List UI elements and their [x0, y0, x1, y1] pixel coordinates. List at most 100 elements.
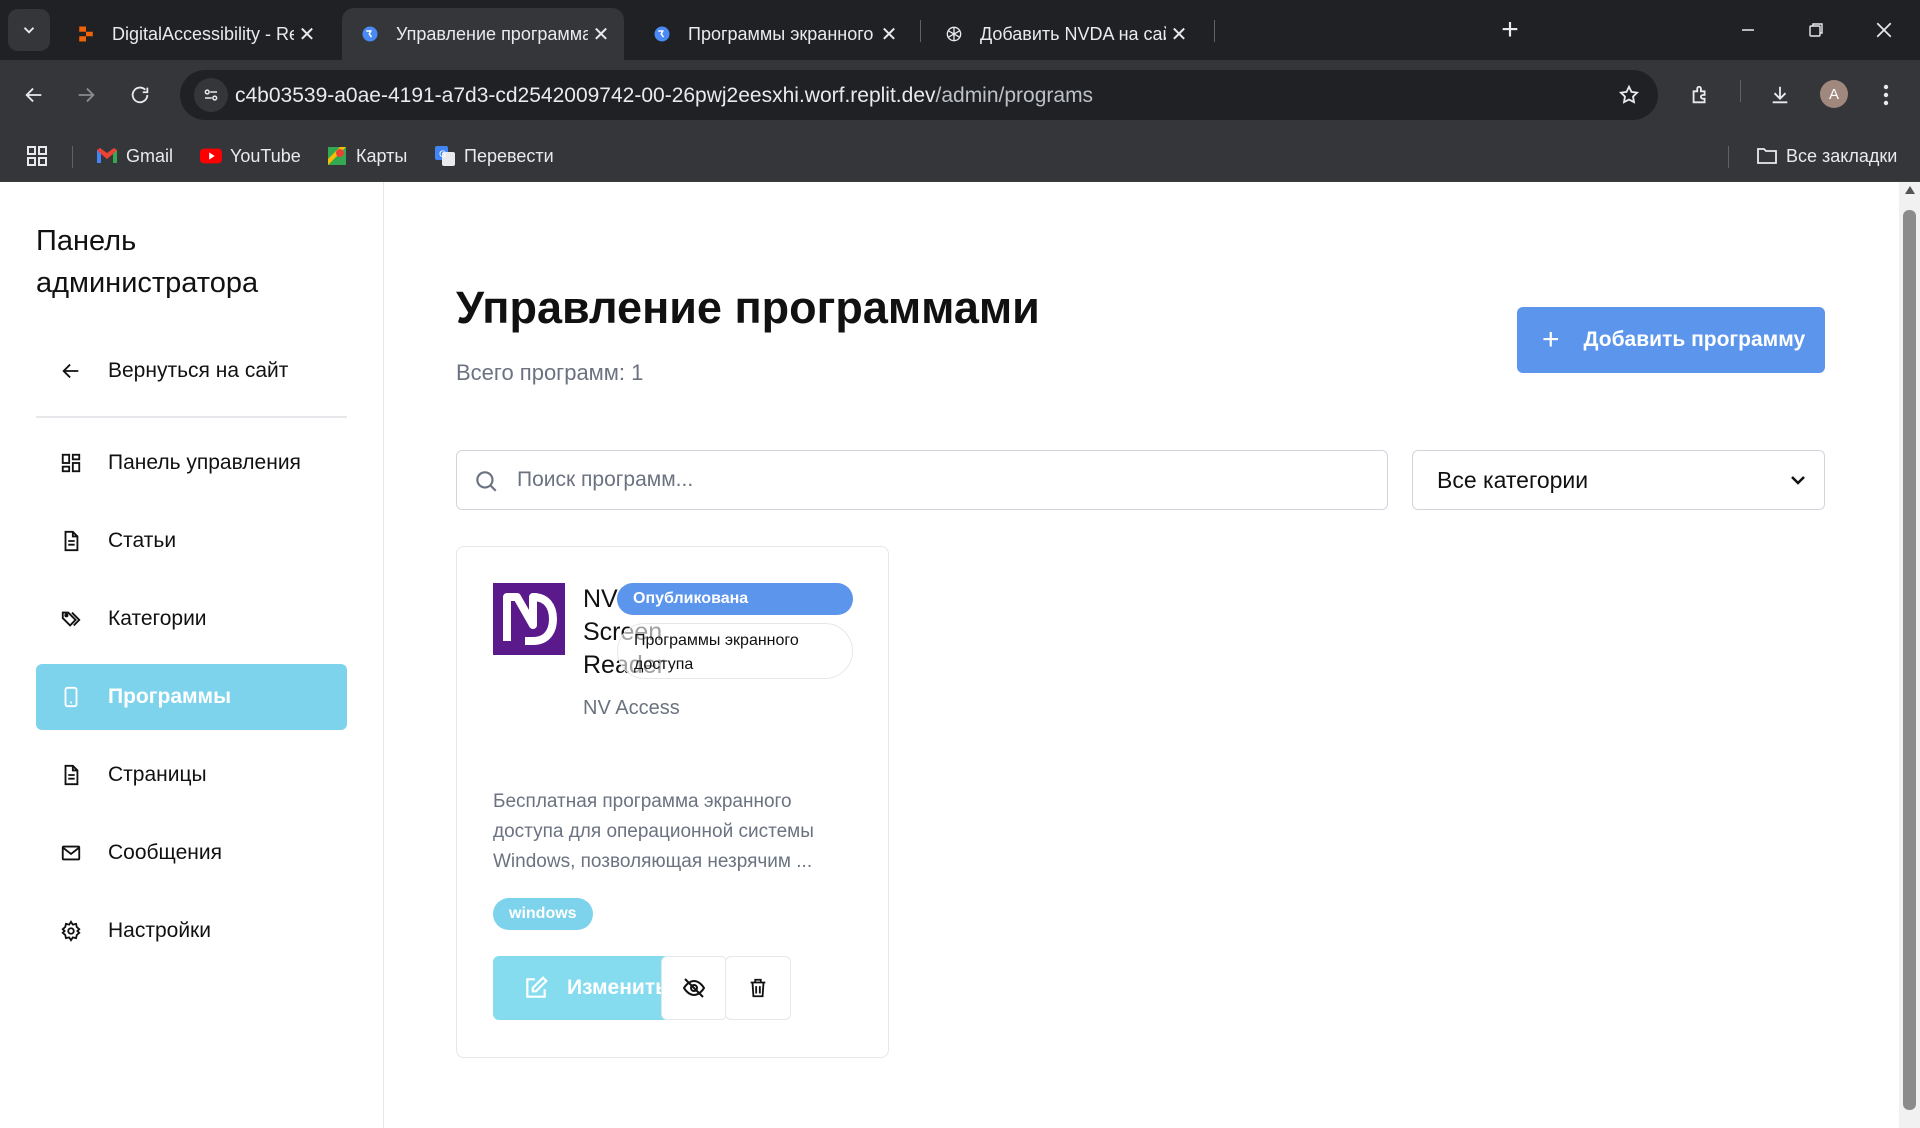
back-to-site-link[interactable]: Вернуться на сайт	[36, 338, 347, 404]
bookmark-separator	[1728, 146, 1729, 168]
more-menu-icon[interactable]	[1866, 75, 1906, 115]
program-vendor: NV Access	[583, 697, 680, 719]
maps-icon	[326, 145, 348, 167]
replit-icon	[76, 24, 96, 44]
sidebar-item-dashboard[interactable]: Панель управления	[36, 430, 347, 496]
browser-toolbar: c4b03539-a0ae-4191-a7d3-cd2542009742-00-…	[0, 60, 1920, 130]
back-arrow-icon[interactable]	[14, 75, 54, 115]
scroll-thumb[interactable]	[1903, 210, 1916, 1110]
hide-button[interactable]	[661, 956, 727, 1020]
globe-icon	[652, 24, 672, 44]
url-path: /admin/programs	[935, 84, 1094, 107]
bookmark-gmail[interactable]: Gmail	[96, 142, 173, 170]
sidebar-item-programs[interactable]: Программы	[36, 664, 347, 730]
tab-title: Программы экранного доступ	[688, 23, 876, 44]
svg-text:G: G	[439, 150, 446, 160]
translate-icon: G	[434, 145, 456, 167]
delete-button[interactable]	[725, 956, 791, 1020]
admin-sidebar: Панель администратора Вернуться на сайт …	[0, 182, 384, 1128]
program-card: NV Screen Reader NV Access Опубликована …	[456, 546, 889, 1058]
back-to-site-label: Вернуться на сайт	[108, 359, 289, 382]
sidebar-item-settings[interactable]: Настройки	[36, 898, 347, 964]
add-program-label: Добавить программу	[1583, 328, 1806, 351]
mail-icon	[58, 840, 84, 866]
bookmark-maps[interactable]: Карты	[326, 142, 407, 170]
tab-bar: DigitalAccessibility - Replit ✕ Управлен…	[0, 0, 1920, 60]
sidebar-item-label: Программы	[108, 685, 232, 708]
youtube-icon	[200, 145, 222, 167]
bookmark-label: Gmail	[126, 145, 174, 166]
bookmark-label: Карты	[356, 145, 408, 166]
arrow-left-icon	[58, 358, 84, 384]
sidebar-item-label: Категории	[108, 607, 207, 630]
download-icon[interactable]	[1760, 75, 1800, 115]
all-bookmarks-label: Все закладки	[1786, 145, 1898, 166]
trash-icon	[750, 978, 766, 998]
search-icon	[476, 471, 497, 492]
extensions-icon[interactable]	[1680, 75, 1720, 115]
sidebar-item-articles[interactable]: Статьи	[36, 508, 347, 574]
programs-count: Всего программ: 1	[456, 360, 644, 385]
scroll-up-arrow-icon[interactable]	[1905, 186, 1915, 194]
chevron-down-icon	[1791, 476, 1805, 485]
dashboard-icon	[58, 450, 84, 476]
site-settings-icon[interactable]	[194, 78, 228, 112]
tab-title: Управление программами - A	[396, 23, 588, 44]
chatgpt-icon	[944, 24, 964, 44]
tab-add-nvda[interactable]: Добавить NVDA на сайт ✕	[926, 8, 1202, 60]
search-input[interactable]	[517, 451, 1377, 509]
main-content: Управление программами Всего программ: 1…	[385, 182, 1899, 1128]
close-tab-icon[interactable]: ✕	[1166, 21, 1192, 47]
sidebar-item-label: Статьи	[108, 529, 177, 552]
sidebar-divider	[36, 416, 347, 418]
bookmark-label: YouTube	[230, 145, 301, 166]
sidebar-item-pages[interactable]: Страницы	[36, 742, 347, 808]
tab-replit[interactable]: DigitalAccessibility - Replit ✕	[58, 8, 330, 60]
bookmark-translate[interactable]: G Перевести	[434, 142, 554, 170]
close-tab-icon[interactable]: ✕	[588, 21, 614, 47]
status-badge: Опубликована	[617, 583, 853, 615]
globe-icon	[360, 24, 380, 44]
profile-avatar[interactable]: A	[1820, 80, 1848, 108]
forward-arrow-icon[interactable]	[66, 75, 106, 115]
all-bookmarks[interactable]: Все закладки	[1756, 142, 1897, 170]
tab-separator	[920, 20, 921, 42]
page-scrollbar[interactable]	[1899, 182, 1920, 1128]
tags-icon	[58, 606, 84, 632]
program-description: Бесплатная программа экранного доступа д…	[493, 791, 814, 872]
new-tab-button[interactable]: +	[1494, 13, 1526, 46]
bookmark-star-icon[interactable]	[1614, 80, 1644, 110]
bookmark-separator	[72, 146, 73, 168]
close-window-icon[interactable]	[1864, 10, 1904, 50]
category-select-value: Все категории	[1437, 466, 1589, 493]
restore-icon[interactable]	[1796, 10, 1836, 50]
category-badge: Программы экранного доступа	[617, 623, 853, 679]
toolbar-separator	[1740, 80, 1741, 102]
bookmark-label: Перевести	[464, 145, 554, 166]
minimize-icon[interactable]	[1728, 10, 1768, 50]
document-icon	[58, 528, 84, 554]
address-bar[interactable]: c4b03539-a0ae-4191-a7d3-cd2542009742-00-…	[180, 70, 1658, 120]
bookmark-youtube[interactable]: YouTube	[200, 142, 301, 170]
eye-off-icon	[682, 978, 706, 998]
tab-programs-admin[interactable]: Управление программами - A ✕	[342, 8, 624, 60]
tab-screen-readers[interactable]: Программы экранного доступ ✕	[634, 8, 912, 60]
sidebar-item-label: Страницы	[108, 763, 207, 786]
search-field[interactable]	[456, 450, 1388, 510]
add-program-button[interactable]: + Добавить программу	[1517, 307, 1825, 373]
close-tab-icon[interactable]: ✕	[294, 21, 320, 47]
platform-tag: windows	[493, 898, 593, 930]
gmail-icon	[96, 145, 118, 167]
tab-search-button[interactable]	[8, 9, 50, 51]
close-tab-icon[interactable]: ✕	[876, 21, 902, 47]
url-text: c4b03539-a0ae-4191-a7d3-cd2542009742-00-…	[235, 84, 1093, 108]
category-select[interactable]: Все категории	[1412, 450, 1825, 510]
sidebar-item-messages[interactable]: Сообщения	[36, 820, 347, 886]
folder-icon	[1756, 145, 1778, 167]
apps-grid-icon[interactable]	[26, 142, 48, 170]
tab-title: Добавить NVDA на сайт	[980, 23, 1166, 44]
sidebar-item-label: Сообщения	[108, 841, 222, 864]
sidebar-title: Панель администратора	[36, 225, 259, 299]
sidebar-item-categories[interactable]: Категории	[36, 586, 347, 652]
reload-icon[interactable]	[120, 75, 160, 115]
